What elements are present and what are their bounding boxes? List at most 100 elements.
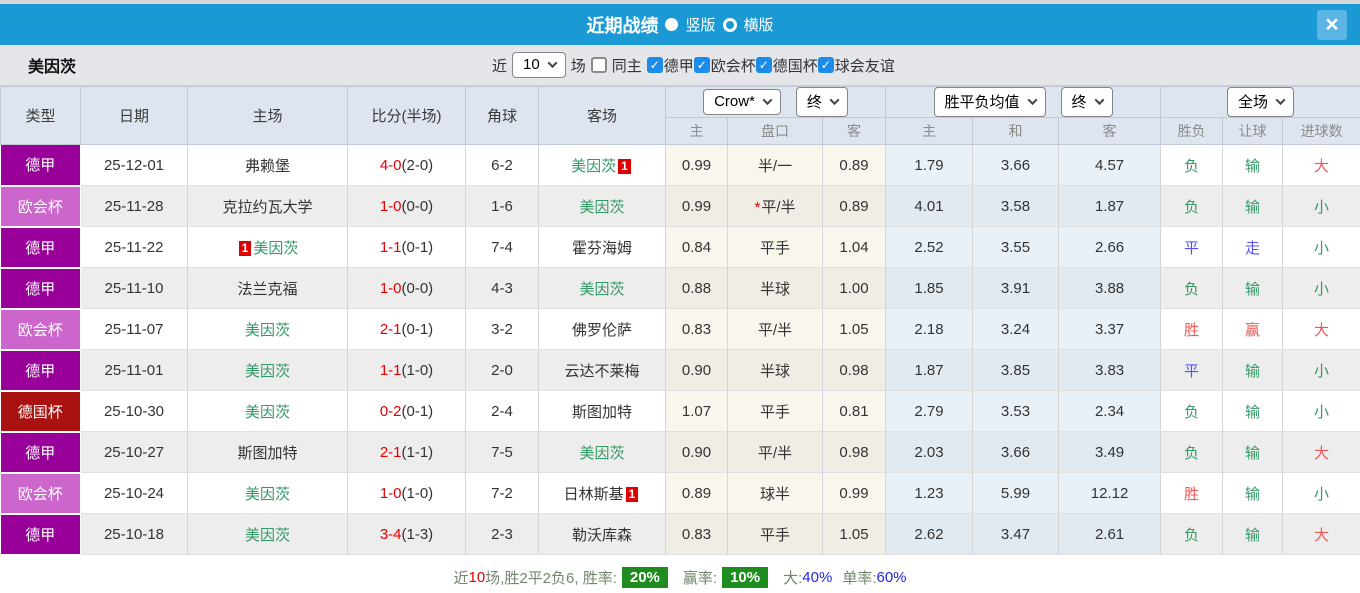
subcol-avg-draw: 和	[973, 118, 1059, 145]
corner-cell: 1-6	[466, 186, 539, 227]
chevron-down-icon	[829, 95, 839, 105]
home-team-cell: 1美因茨	[188, 227, 348, 268]
goals-cell: 小	[1283, 268, 1360, 309]
corner-cell: 7-5	[466, 432, 539, 473]
vertical-layout-radio[interactable]	[665, 18, 678, 31]
date-cell: 25-10-24	[81, 473, 188, 514]
match-row: 德甲25-10-27斯图加特2-1(1-1)7-5美因茨0.90平/半0.982…	[1, 432, 1360, 473]
league-label: 德甲	[664, 55, 694, 76]
avg-home-cell: 1.23	[886, 473, 973, 514]
horizontal-layout-label[interactable]: 横版	[744, 14, 774, 35]
subcol-odds-away: 客	[823, 118, 886, 145]
away-team-cell: 美因茨	[539, 432, 666, 473]
home-team-cell: 美因茨	[188, 309, 348, 350]
avg-home-cell: 2.03	[886, 432, 973, 473]
avg-home-cell: 2.62	[886, 514, 973, 555]
match-row: 德甲25-12-01弗赖堡4-0(2-0)6-2美因茨10.99半/一0.891…	[1, 145, 1360, 186]
avg-time-select[interactable]: 终	[1061, 87, 1113, 117]
home-team-cell: 弗赖堡	[188, 145, 348, 186]
score-cell: 4-0(2-0)	[348, 145, 466, 186]
goals-cell: 大	[1283, 145, 1360, 186]
result-scope-select[interactable]: 全场	[1227, 87, 1294, 117]
horizontal-layout-radio[interactable]	[723, 18, 737, 32]
odds-company-value: Crow*	[714, 93, 755, 110]
result-cell: 胜	[1161, 309, 1223, 350]
league-checkbox[interactable]: ✓	[818, 57, 834, 73]
close-icon[interactable]: ×	[1317, 10, 1347, 40]
match-count-select[interactable]: 10	[512, 52, 566, 78]
avg-away-cell: 3.83	[1059, 350, 1161, 391]
away-team-cell: 勒沃库森	[539, 514, 666, 555]
avg-home-cell: 1.85	[886, 268, 973, 309]
col-header-score: 比分(半场)	[348, 87, 466, 145]
odds-company-select[interactable]: Crow*	[703, 89, 781, 115]
col-header-date: 日期	[81, 87, 188, 145]
goals-cell: 小	[1283, 473, 1360, 514]
date-cell: 25-11-28	[81, 186, 188, 227]
odds-home-cell: 0.83	[666, 309, 728, 350]
subcol-odds-home: 主	[666, 118, 728, 145]
titlebar: 近期战绩 竖版 横版 ×	[0, 4, 1360, 45]
goals-cell: 小	[1283, 227, 1360, 268]
odds-home-cell: 1.07	[666, 391, 728, 432]
match-row: 德甲25-11-10法兰克福1-0(0-0)4-3美因茨0.88半球1.001.…	[1, 268, 1360, 309]
home-team-cell: 美因茨	[188, 391, 348, 432]
league-filter-qiuhuiyouyi: ✓ 球会友谊	[818, 55, 895, 76]
handicap-result-cell: 输	[1223, 145, 1283, 186]
vertical-layout-label[interactable]: 竖版	[685, 14, 715, 35]
odds-time-value: 终	[807, 91, 822, 112]
odds-away-cell: 0.81	[823, 391, 886, 432]
corner-cell: 4-3	[466, 268, 539, 309]
avg-away-cell: 3.49	[1059, 432, 1161, 473]
subcol-result: 胜负	[1161, 118, 1223, 145]
avg-home-cell: 2.52	[886, 227, 973, 268]
corner-cell: 2-3	[466, 514, 539, 555]
col-header-corner: 角球	[466, 87, 539, 145]
odds-home-cell: 0.84	[666, 227, 728, 268]
away-team-cell: 斯图加特	[539, 391, 666, 432]
odds-away-cell: 0.99	[823, 473, 886, 514]
result-group-header: 全场	[1161, 87, 1360, 118]
avg-home-cell: 4.01	[886, 186, 973, 227]
avg-type-select[interactable]: 胜平负均值	[934, 87, 1046, 117]
odds-home-cell: 0.99	[666, 145, 728, 186]
same-home-label: 同主	[612, 55, 642, 76]
avg-time-value: 终	[1072, 91, 1087, 112]
match-row: 德甲25-11-01美因茨1-1(1-0)2-0云达不莱梅0.90半球0.981…	[1, 350, 1360, 391]
league-type-cell: 德甲	[1, 268, 81, 309]
date-cell: 25-10-18	[81, 514, 188, 555]
league-type-cell: 德甲	[1, 350, 81, 391]
goals-cell: 小	[1283, 350, 1360, 391]
handicap-result-cell: 输	[1223, 432, 1283, 473]
handicap-cell: 半球	[728, 350, 823, 391]
games-label: 场	[571, 55, 586, 76]
odds-home-cell: 0.90	[666, 432, 728, 473]
odds-away-cell: 0.89	[823, 145, 886, 186]
league-checkbox[interactable]: ✓	[647, 57, 663, 73]
corner-cell: 2-0	[466, 350, 539, 391]
odds-time-select[interactable]: 终	[796, 87, 848, 117]
recent-results-popup: 近期战绩 竖版 横版 × 美因茨 近 10 场 同主 ✓ 德甲 ✓ 欧会杯	[0, 0, 1360, 593]
league-checkbox[interactable]: ✓	[694, 57, 710, 73]
result-cell: 负	[1161, 186, 1223, 227]
score-cell: 1-0(0-0)	[348, 268, 466, 309]
odds-home-cell: 0.83	[666, 514, 728, 555]
summary-text: 场,胜2平2负6, 胜率:	[485, 570, 617, 587]
date-cell: 25-12-01	[81, 145, 188, 186]
date-cell: 25-11-22	[81, 227, 188, 268]
match-row: 德甲25-10-18美因茨3-4(1-3)2-3勒沃库森0.83平手1.052.…	[1, 514, 1360, 555]
odds-home-cell: 0.88	[666, 268, 728, 309]
summary-footer: 近10场,胜2平2负6, 胜率:20%赢率:10%大:40%单率:60%	[0, 556, 1360, 588]
odds-away-cell: 1.04	[823, 227, 886, 268]
score-cell: 3-4(1-3)	[348, 514, 466, 555]
chevron-down-icon	[1027, 95, 1037, 105]
away-team-cell: 美因茨	[539, 268, 666, 309]
same-home-checkbox[interactable]	[591, 57, 607, 73]
handicap-cell: *平/半	[728, 186, 823, 227]
avg-home-cell: 2.79	[886, 391, 973, 432]
avg-draw-cell: 3.66	[973, 145, 1059, 186]
corner-cell: 3-2	[466, 309, 539, 350]
single-rate-value: 60%	[876, 569, 906, 586]
league-checkbox[interactable]: ✓	[756, 57, 772, 73]
result-cell: 负	[1161, 268, 1223, 309]
